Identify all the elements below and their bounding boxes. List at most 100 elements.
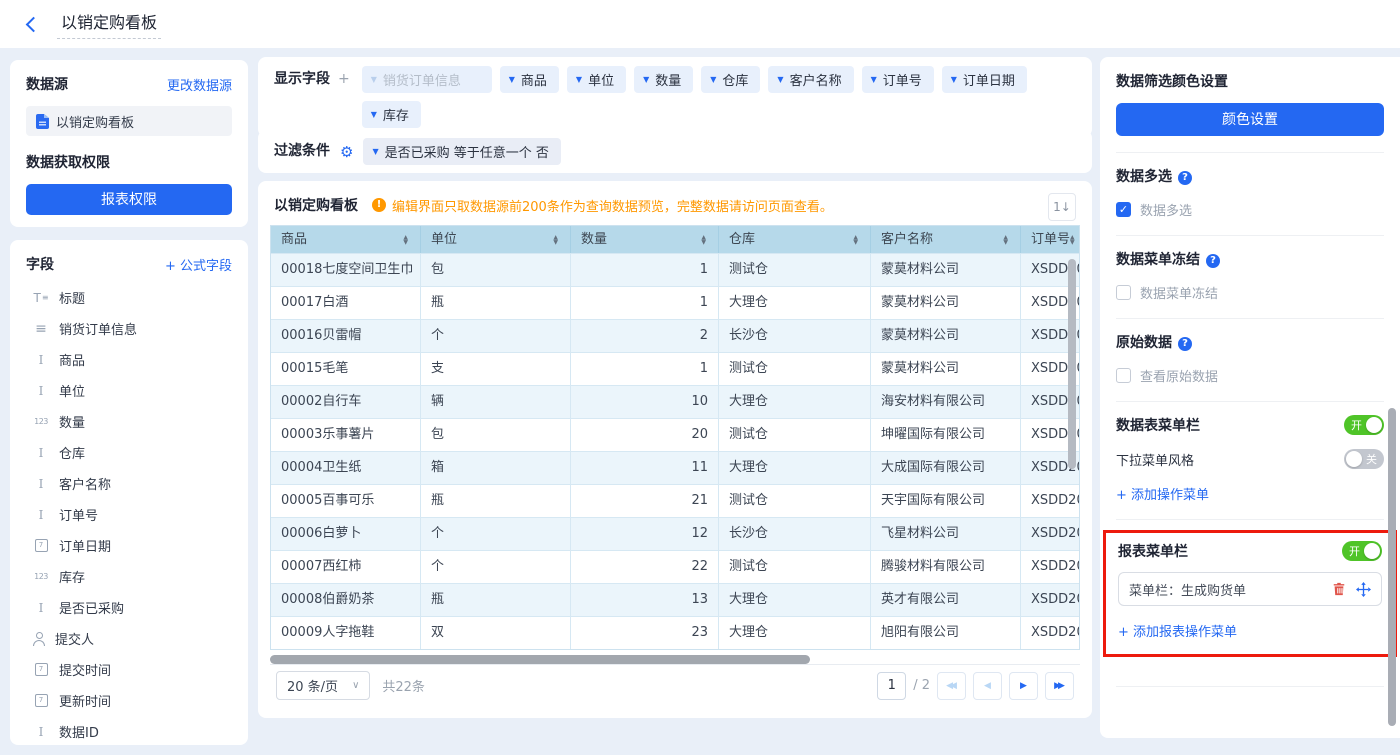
table-horizontal-scrollbar[interactable] — [270, 655, 810, 664]
cell-quantity: 2 — [571, 320, 719, 352]
help-icon[interactable]: ? — [1178, 171, 1192, 185]
field-item[interactable]: 客户名称 — [26, 468, 232, 499]
column-header[interactable]: 客户名称 ▲▼ — [871, 226, 1021, 253]
column-header-label: 订单号 — [1031, 226, 1070, 253]
sort-arrows-icon[interactable]: ▲▼ — [1003, 235, 1008, 245]
sort-arrows-icon[interactable]: ▲▼ — [1070, 235, 1075, 245]
field-item[interactable]: 仓库 — [26, 437, 232, 468]
column-header[interactable]: 单位 ▲▼ — [421, 226, 571, 253]
chevron-down-icon: ∨ — [352, 680, 359, 691]
cell-customer: 飞星材料公司 — [871, 518, 1021, 550]
table-menu-toggle-on[interactable]: 开 — [1344, 415, 1384, 435]
field-item[interactable]: 单位 — [26, 375, 232, 406]
field-item-label: 库存 — [59, 567, 85, 586]
field-item[interactable]: 销货订单信息 — [26, 313, 232, 344]
field-item[interactable]: 数据ID — [26, 716, 232, 745]
move-icon[interactable] — [1356, 582, 1371, 597]
field-item[interactable]: 数量 — [26, 406, 232, 437]
cell-customer: 天宇国际有限公司 — [871, 485, 1021, 517]
field-chip[interactable]: ▼ 订单号 — [862, 66, 934, 93]
multi-select-checkbox-row[interactable]: ✓ 数据多选 — [1116, 200, 1384, 219]
person-icon — [32, 632, 46, 646]
sort-arrows-icon[interactable]: ▲▼ — [403, 235, 408, 245]
report-menu-heading: 报表菜单栏 — [1118, 541, 1188, 561]
preview-notice: ! 编辑界面只取数据源前200条作为查询数据预览，完整数据请访问页面查看。 — [372, 196, 833, 215]
page-size-select[interactable]: 20 条/页 ∨ — [276, 671, 370, 700]
chevron-down-icon: ▼ — [372, 147, 378, 156]
cell-customer: 蒙莫材料公司 — [871, 287, 1021, 319]
prev-page-button[interactable]: ◀ — [973, 672, 1002, 700]
page-number-input[interactable]: 1 — [877, 672, 906, 700]
next-page-button[interactable]: ▶ — [1009, 672, 1038, 700]
cell-product: 00016贝雷帽 — [271, 320, 421, 352]
column-header-label: 仓库 — [729, 226, 755, 253]
trash-icon[interactable] — [1332, 582, 1346, 596]
sort-arrows-icon[interactable]: ▲▼ — [553, 235, 558, 245]
field-item[interactable]: 商品 — [26, 344, 232, 375]
add-display-field-button[interactable]: + — [338, 66, 350, 128]
report-permission-button[interactable]: 报表权限 — [26, 184, 232, 215]
checkbox-checked-icon[interactable]: ✓ — [1116, 202, 1131, 217]
sort-arrows-icon[interactable]: ▲▼ — [853, 235, 858, 245]
field-item[interactable]: 标题 — [26, 282, 232, 313]
cell-warehouse: 大理仓 — [719, 386, 871, 418]
field-chip[interactable]: ▼ 数量 — [634, 66, 693, 93]
field-item[interactable]: 提交时间 — [26, 654, 232, 685]
filter-condition-chip[interactable]: ▼ 是否已采购 等于任意一个 否 — [363, 138, 560, 165]
sort-arrows-icon[interactable]: ▲▼ — [701, 235, 706, 245]
first-page-button[interactable]: ◀◀ — [937, 672, 966, 700]
column-header[interactable]: 仓库 ▲▼ — [719, 226, 871, 253]
table-row: 00006白萝卜 个 12 长沙仓 飞星材料公司 XSDD20 — [271, 517, 1079, 550]
raw-data-checkbox-row[interactable]: 查看原始数据 — [1116, 366, 1384, 385]
column-header-label: 商品 — [281, 226, 307, 253]
add-report-action-menu-link[interactable]: + 添加报表操作菜单 — [1118, 621, 1237, 640]
cell-order-no: XSDD20 — [1021, 551, 1079, 583]
add-action-menu-link[interactable]: + 添加操作菜单 — [1116, 484, 1209, 503]
add-formula-field-link[interactable]: + 公式字段 — [165, 255, 232, 274]
column-header[interactable]: 数量 ▲▼ — [571, 226, 719, 253]
sort-icon[interactable]: 1↓ — [1048, 193, 1076, 221]
table-row: 00003乐事薯片 包 20 测试仓 坤曜国际有限公司 XSDD20 — [271, 418, 1079, 451]
field-item[interactable]: 更新时间 — [26, 685, 232, 716]
field-chip-label: 单位 — [588, 70, 614, 89]
cell-unit: 个 — [421, 320, 571, 352]
dropdown-style-toggle-off[interactable]: 关 — [1344, 449, 1384, 469]
field-item[interactable]: 提交人 — [26, 623, 232, 654]
back-icon[interactable] — [26, 16, 42, 32]
field-chip[interactable]: ▼ 销货订单信息 — [362, 66, 492, 93]
checkbox-unchecked-icon[interactable] — [1116, 368, 1131, 383]
field-item-label: 销货订单信息 — [59, 319, 137, 338]
table-row: 00007西红柿 个 22 测试仓 腾骏材料有限公司 XSDD20 — [271, 550, 1079, 583]
gear-icon[interactable]: ⚙ — [340, 143, 353, 161]
field-item[interactable]: 订单日期 — [26, 530, 232, 561]
column-header[interactable]: 订单号 ▲▼ — [1021, 226, 1079, 253]
field-chip[interactable]: ▼ 订单日期 — [942, 66, 1027, 93]
date-icon — [32, 694, 50, 707]
help-icon[interactable]: ? — [1178, 337, 1192, 351]
panel-scrollbar[interactable] — [1388, 408, 1396, 726]
table-vertical-scrollbar[interactable] — [1068, 259, 1076, 469]
help-icon[interactable]: ? — [1206, 254, 1220, 268]
column-header[interactable]: 商品 ▲▼ — [271, 226, 421, 253]
last-page-button[interactable]: ▶▶ — [1045, 672, 1074, 700]
change-datasource-link[interactable]: 更改数据源 — [167, 75, 232, 94]
report-menu-item[interactable]: 菜单栏：生成购货单 — [1118, 572, 1382, 606]
field-item[interactable]: 是否已采购 — [26, 592, 232, 623]
cell-unit: 辆 — [421, 386, 571, 418]
cell-unit: 瓶 — [421, 485, 571, 517]
field-chip[interactable]: ▼ 库存 — [362, 101, 421, 128]
checkbox-unchecked-icon[interactable] — [1116, 285, 1131, 300]
menu-freeze-checkbox-row[interactable]: 数据菜单冻结 — [1116, 283, 1384, 302]
field-item[interactable]: 库存 — [26, 561, 232, 592]
report-menu-toggle-on[interactable]: 开 — [1342, 541, 1382, 561]
page-total: / 2 — [913, 678, 930, 693]
field-chip[interactable]: ▼ 单位 — [567, 66, 626, 93]
cell-order-no: XSDD20 — [1021, 485, 1079, 517]
field-chip[interactable]: ▼ 客户名称 — [768, 66, 853, 93]
field-chip[interactable]: ▼ 商品 — [500, 66, 559, 93]
color-settings-button[interactable]: 颜色设置 — [1116, 103, 1384, 136]
table-panel: 以销定购看板 ! 编辑界面只取数据源前200条作为查询数据预览，完整数据请访问页… — [258, 181, 1092, 718]
datasource-item[interactable]: 以销定购看板 — [26, 106, 232, 136]
field-item[interactable]: 订单号 — [26, 499, 232, 530]
field-chip[interactable]: ▼ 仓库 — [701, 66, 760, 93]
